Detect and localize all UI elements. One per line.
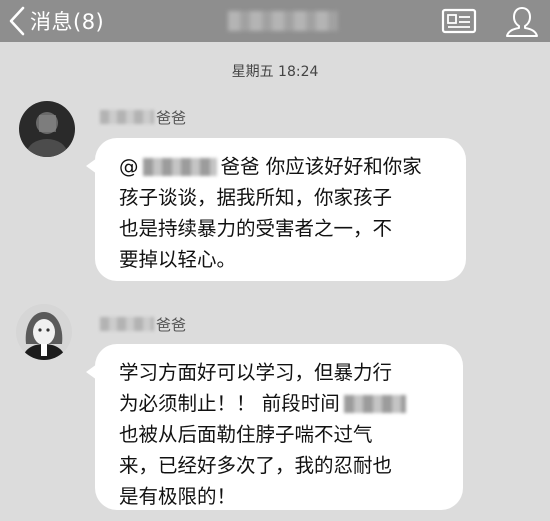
message-line: 要掉以轻心。 [119,248,237,271]
sender-name: 爸爸 [100,314,186,334]
name-redacted [343,394,406,413]
sender-name-redacted [100,110,154,124]
message-text: 爸爸 你应该好好和你家 [220,155,422,178]
message-line: 孩子谈谈，据我所知，你家孩子 [119,186,393,209]
sender-name-suffix: 爸爸 [156,108,187,127]
message-line: 也是持续暴力的受害者之一，不 [119,217,393,240]
message-line: 为必须制止！！ 前段时间 [119,388,443,419]
sender-name: 爸爸 [100,107,186,127]
contact-card-icon[interactable] [441,7,477,35]
chat-title-redacted [228,11,338,31]
mention-symbol: @ [119,155,139,178]
mention-redacted [142,157,217,176]
message-line: @ 爸爸 你应该好好和你家 [119,151,446,182]
message-bubble[interactable]: @ 爸爸 你应该好好和你家 孩子谈谈，据我所知，你家孩子 也是持续暴力的受害者之… [86,138,466,281]
message-line: 是有极限的！ [119,485,237,508]
back-button[interactable]: 消息(8) [6,4,104,38]
chevron-left-icon [9,6,25,36]
user-profile-icon[interactable] [503,4,541,38]
avatar[interactable] [19,101,75,157]
sender-name-redacted [100,317,154,331]
message-bubble[interactable]: 学习方面好可以学习，但暴力行 为必须制止！！ 前段时间 也被从后面勒住脖子喘不过… [86,344,463,510]
message-text: 为必须制止！！ 前段时间 [119,392,340,415]
back-label: 消息(8) [30,10,105,34]
nav-bar: 消息(8) [0,0,550,42]
message-line: 也被从后面勒住脖子喘不过气 [119,423,373,446]
avatar[interactable] [16,304,72,360]
sender-name-suffix: 爸爸 [156,315,187,334]
message-timestamp: 星期五 18:24 [231,64,319,80]
message-line: 来，已经好多次了，我的忍耐也 [119,454,393,477]
message-line: 学习方面好可以学习，但暴力行 [119,361,393,384]
